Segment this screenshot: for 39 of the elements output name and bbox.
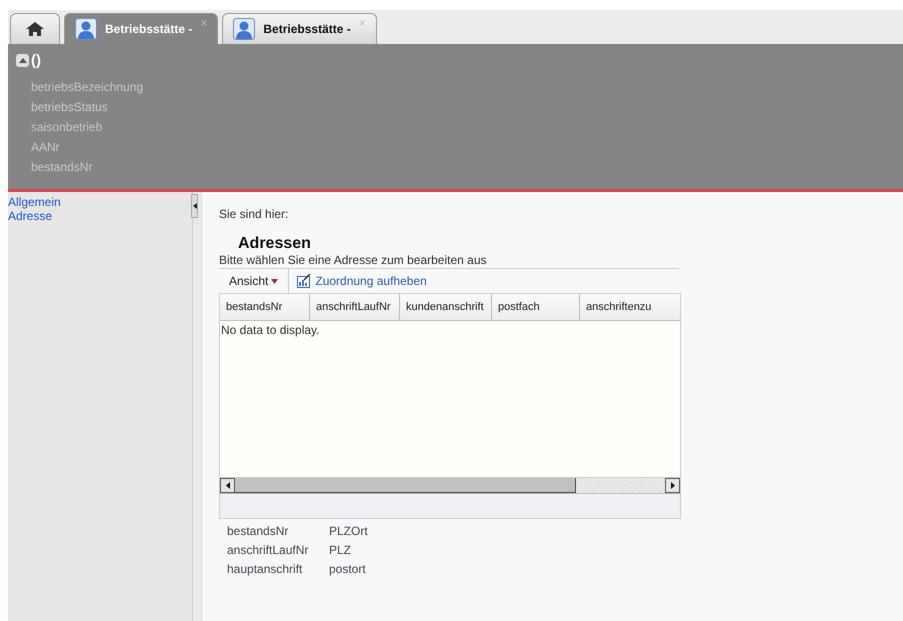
- detail-label: postort: [329, 562, 367, 576]
- instruction-text: Bitte wählen Sie eine Adresse zum bearbeiten aus: [219, 253, 679, 269]
- field-label: saisonbetrieb: [30, 119, 104, 136]
- table-icon: [297, 274, 312, 288]
- scroll-right-icon[interactable]: [665, 478, 680, 493]
- caret-icon: [271, 278, 278, 284]
- scroll-thumb[interactable]: [235, 478, 576, 493]
- collapse-handle[interactable]: [191, 194, 198, 218]
- column-header[interactable]: kundenanschrift: [400, 294, 492, 320]
- empty-message: No data to display.: [221, 323, 320, 337]
- detail-label: hauptanschrift: [227, 562, 304, 576]
- home-icon: [25, 21, 45, 37]
- tab[interactable]: Betriebsstätte - ×: [222, 13, 377, 44]
- column-header[interactable]: anschriftenzu: [580, 294, 680, 320]
- column-header[interactable]: bestandsNr: [220, 294, 310, 320]
- horizontal-scrollbar[interactable]: [220, 477, 680, 494]
- person-icon: [75, 18, 97, 40]
- column-header[interactable]: anschriftLaufNr: [310, 294, 400, 320]
- person-icon: [233, 18, 256, 40]
- detail-label: PLZ: [329, 543, 352, 557]
- sidebar-link[interactable]: Adresse: [8, 209, 192, 223]
- scroll-left-icon[interactable]: [220, 478, 235, 493]
- field-label: betriebsStatus: [30, 99, 109, 116]
- sidebar-link[interactable]: Allgemein: [8, 195, 192, 209]
- detail-label: PLZOrt: [329, 524, 369, 538]
- field-label: betriebsBezeichnung: [30, 79, 144, 96]
- breadcrumb: Sie sind hier:: [219, 207, 290, 221]
- header-title: (): [31, 52, 41, 69]
- detail-label: anschriftLaufNr: [227, 543, 310, 557]
- tab[interactable]: Betriebsstätte - ×: [64, 13, 218, 44]
- column-header[interactable]: postfach: [492, 294, 580, 320]
- field-label: AANr: [30, 139, 61, 156]
- field-label: bestandsNr: [30, 159, 94, 176]
- caret-icon: [18, 58, 26, 63]
- home-tab[interactable]: [10, 13, 60, 44]
- collapse-toggle[interactable]: [16, 54, 29, 67]
- detail-label: bestandsNr: [227, 524, 290, 538]
- unassign-button[interactable]: Zuordnung aufheben: [289, 274, 435, 288]
- section-title: Adressen: [238, 235, 312, 253]
